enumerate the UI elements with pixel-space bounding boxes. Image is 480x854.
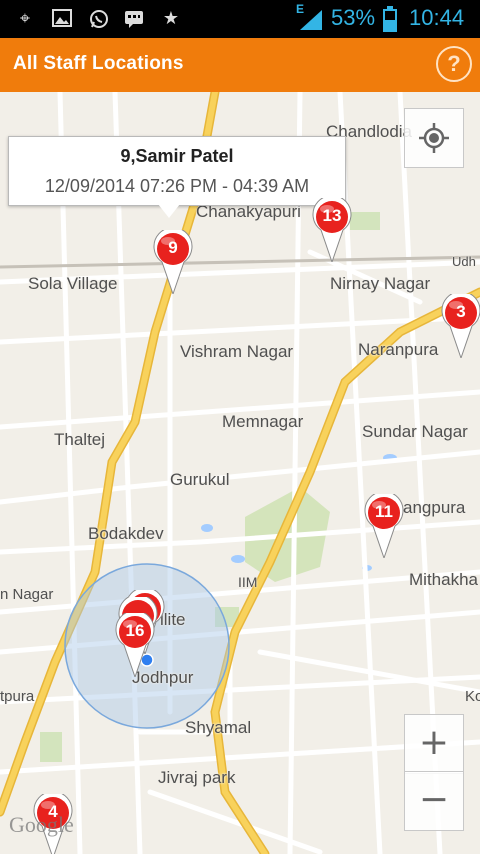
staff-marker-16[interactable]: 16 [115, 610, 155, 679]
place-label-navrangpura: angpura [403, 498, 466, 517]
place-label-shyamal: Shyamal [185, 718, 252, 737]
marker-info-window[interactable]: 9,Samir Patel 12/09/2014 07:26 PM - 04:3… [8, 136, 346, 206]
action-bar: All Staff Locations ? [0, 38, 480, 92]
battery-icon [383, 6, 397, 37]
place-label-naranpura: Naranpura [358, 340, 439, 359]
google-logo: Google [9, 812, 74, 837]
place-label-iim: IIM [238, 574, 258, 590]
star-icon: ★ [162, 8, 180, 29]
status-bar: ⌖ ★ E 53% 10:44 [0, 0, 480, 38]
place-label-kocharab: Ko [465, 688, 480, 705]
place-label-bodakdev: Bodakdev [88, 524, 164, 543]
place-label-nirnay-nagar: Nirnay Nagar [330, 274, 431, 293]
whatsapp-icon [89, 9, 109, 29]
signal-icon [300, 10, 322, 35]
place-label-mithakhali: Mithakha [409, 570, 478, 589]
place-label-gurukul: Gurukul [170, 470, 230, 489]
marker-label: 11 [375, 502, 393, 521]
help-icon: ? [447, 51, 461, 76]
map-view[interactable]: Chandlodia Chanakyapuri Sola Village Nir… [0, 92, 480, 854]
staff-marker-3[interactable]: 3 [441, 291, 480, 360]
plus-icon: + [418, 722, 450, 763]
place-label-sundar-nagar: Sundar Nagar [362, 422, 468, 441]
help-button[interactable]: ? [436, 46, 472, 82]
marker-label: 16 [125, 621, 145, 640]
bbm-icon [124, 9, 144, 29]
my-location-icon [419, 123, 449, 153]
place-label-vastrapur-left: tpura [0, 688, 35, 705]
clock: 10:44 [409, 5, 465, 30]
battery-percent: 53% [331, 5, 376, 30]
place-label-sola-village: Sola Village [28, 274, 118, 293]
marker-label: 13 [322, 206, 342, 225]
info-window-title: 9,Samir Patel [120, 146, 234, 166]
staff-marker-9[interactable]: 9 [153, 227, 193, 296]
staff-marker-13[interactable]: 13 [312, 195, 352, 264]
zoom-in-button[interactable]: + [404, 714, 464, 774]
minus-icon: − [418, 779, 450, 820]
gallery-icon [52, 9, 72, 29]
gps-icon: ⌖ [19, 8, 31, 29]
marker-label: 3 [456, 302, 466, 321]
marker-label: 9 [168, 238, 178, 257]
zoom-out-button[interactable]: − [404, 771, 464, 831]
info-window-pointer [158, 204, 180, 218]
place-label-nagar-left: n Nagar [0, 586, 54, 603]
place-label-vishram-nagar: Vishram Nagar [180, 342, 294, 361]
info-window-subtitle: 12/09/2014 07:26 PM - 04:39 AM [44, 176, 310, 196]
place-label-jivraj-park: Jivraj park [158, 768, 236, 787]
page-title: All Staff Locations [13, 53, 184, 74]
place-label-udh: Udh [452, 254, 476, 269]
place-label-thaltej: Thaltej [54, 430, 106, 449]
place-label-memnagar: Memnagar [222, 412, 304, 431]
my-location-button[interactable] [404, 108, 464, 168]
staff-marker-11[interactable]: 11 [364, 491, 404, 560]
